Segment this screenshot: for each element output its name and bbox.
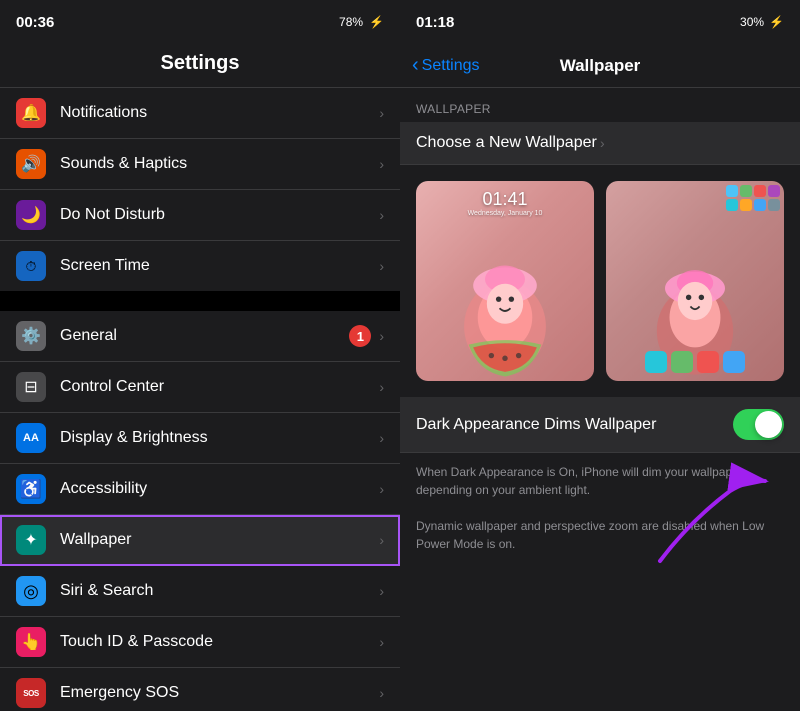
emergencysos-icon: SOS — [16, 678, 46, 708]
sidebar-item-displaybrightness[interactable]: AA Display & Brightness › — [0, 413, 400, 464]
charging-icon-right: ⚡ — [769, 15, 784, 29]
status-bar-right: 01:18 30% ⚡ — [400, 0, 800, 44]
chevron-icon: › — [379, 258, 384, 274]
settings-group-1: 🔔 Notifications › 🔊 Sounds & Haptics › 🌙… — [0, 88, 400, 291]
sounds-label: Sounds & Haptics — [60, 155, 379, 173]
sidebar-item-screentime[interactable]: ⏱ Screen Time › — [0, 241, 400, 291]
wallpaper-icon: ✦ — [16, 525, 46, 555]
settings-panel: 00:36 78% ⚡ Settings 🔔 Notifications › 🔊… — [0, 0, 400, 711]
battery-icon-left: ⚡ — [369, 15, 384, 29]
accessibility-label: Accessibility — [60, 480, 379, 498]
time-right: 01:18 — [416, 14, 454, 31]
chevron-icon: › — [379, 685, 384, 701]
dark-appearance-row[interactable]: Dark Appearance Dims Wallpaper — [400, 397, 800, 453]
general-label: General — [60, 327, 349, 345]
choose-wallpaper-label: Choose a New Wallpaper — [416, 134, 600, 152]
sidebar-item-wallpaper[interactable]: ✦ Wallpaper › — [0, 515, 400, 566]
back-chevron-icon: ‹ — [412, 54, 419, 77]
sidebar-item-donotdisturb[interactable]: 🌙 Do Not Disturb › — [0, 190, 400, 241]
status-bar-left: 00:36 78% ⚡ — [0, 0, 400, 44]
sidebar-item-general[interactable]: ⚙️ General 1 › — [0, 311, 400, 362]
general-icon: ⚙️ — [16, 321, 46, 351]
settings-title: Settings — [0, 44, 400, 87]
nav-title: Wallpaper — [560, 56, 641, 76]
nav-bar: ‹ Settings Wallpaper — [400, 44, 800, 88]
back-button[interactable]: ‹ Settings — [412, 54, 479, 77]
sidebar-item-controlcenter[interactable]: ⊟ Control Center › — [0, 362, 400, 413]
chevron-icon: › — [379, 481, 384, 497]
group-divider — [0, 291, 400, 311]
chevron-icon: › — [379, 105, 384, 121]
sounds-icon: 🔊 — [16, 149, 46, 179]
homescreen-preview[interactable] — [606, 181, 784, 381]
touchid-label: Touch ID & Passcode — [60, 633, 379, 651]
sirisearch-icon: ◎ — [16, 576, 46, 606]
sirisearch-label: Siri & Search — [60, 582, 379, 600]
wallpaper-label: Wallpaper — [60, 531, 379, 549]
chevron-icon: › — [379, 634, 384, 650]
choose-wallpaper-row[interactable]: Choose a New Wallpaper › — [400, 122, 800, 165]
sidebar-item-emergencysos[interactable]: SOS Emergency SOS › — [0, 668, 400, 711]
choose-wallpaper-chevron: › — [600, 135, 784, 151]
chevron-icon: › — [379, 156, 384, 172]
battery-percent-left: 78% — [339, 15, 363, 29]
time-left: 00:36 — [16, 14, 54, 31]
controlcenter-icon: ⊟ — [16, 372, 46, 402]
sidebar-item-sirisearch[interactable]: ◎ Siri & Search › — [0, 566, 400, 617]
lockscreen-thumb-inner: 01:41 Wednesday, January 10 — [416, 181, 594, 381]
sidebar-item-accessibility[interactable]: ♿ Accessibility › — [0, 464, 400, 515]
wallpaper-description: When Dark Appearance is On, iPhone will … — [400, 453, 800, 563]
sidebar-item-notifications[interactable]: 🔔 Notifications › — [0, 88, 400, 139]
battery-percent-right: 30% — [740, 15, 764, 29]
displaybrightness-icon: AA — [16, 423, 46, 453]
touchid-icon: 👆 — [16, 627, 46, 657]
settings-list: 🔔 Notifications › 🔊 Sounds & Haptics › 🌙… — [0, 88, 400, 711]
description-1: When Dark Appearance is On, iPhone will … — [416, 463, 784, 499]
donotdisturb-icon: 🌙 — [16, 200, 46, 230]
accessibility-icon: ♿ — [16, 474, 46, 504]
emergencysos-label: Emergency SOS — [60, 684, 379, 702]
chevron-icon: › — [379, 379, 384, 395]
notifications-label: Notifications — [60, 104, 379, 122]
chevron-icon: › — [379, 532, 384, 548]
toggle-knob — [755, 411, 782, 438]
notifications-icon: 🔔 — [16, 98, 46, 128]
donotdisturb-label: Do Not Disturb — [60, 206, 379, 224]
chevron-icon: › — [379, 328, 384, 344]
screentime-icon: ⏱ — [16, 251, 46, 281]
wallpaper-section-label: WALLPAPER — [400, 88, 800, 122]
chevron-icon: › — [379, 430, 384, 446]
chevron-icon: › — [379, 207, 384, 223]
general-badge: 1 — [349, 325, 371, 347]
displaybrightness-label: Display & Brightness — [60, 429, 379, 447]
screentime-label: Screen Time — [60, 257, 379, 275]
status-icons-left: 78% ⚡ — [339, 15, 384, 29]
description-2: Dynamic wallpaper and perspective zoom a… — [416, 517, 784, 553]
dark-appearance-label: Dark Appearance Dims Wallpaper — [416, 416, 733, 434]
wallpaper-previews: 01:41 Wednesday, January 10 — [400, 165, 800, 397]
lockscreen-illustration — [416, 181, 594, 381]
settings-group-2: ⚙️ General 1 › ⊟ Control Center › AA Dis… — [0, 311, 400, 711]
status-icons-right: 30% ⚡ — [740, 15, 784, 29]
back-label: Settings — [422, 57, 480, 75]
wallpaper-panel: 01:18 30% ⚡ ‹ Settings Wallpaper WALLPAP… — [400, 0, 800, 711]
chevron-icon: › — [379, 583, 384, 599]
home-dock-icons — [645, 351, 745, 373]
homescreen-thumb-inner — [606, 181, 784, 381]
lockscreen-preview[interactable]: 01:41 Wednesday, January 10 — [416, 181, 594, 381]
sidebar-item-sounds[interactable]: 🔊 Sounds & Haptics › — [0, 139, 400, 190]
sidebar-item-touchid[interactable]: 👆 Touch ID & Passcode › — [0, 617, 400, 668]
dark-appearance-toggle[interactable] — [733, 409, 784, 440]
controlcenter-label: Control Center — [60, 378, 379, 396]
